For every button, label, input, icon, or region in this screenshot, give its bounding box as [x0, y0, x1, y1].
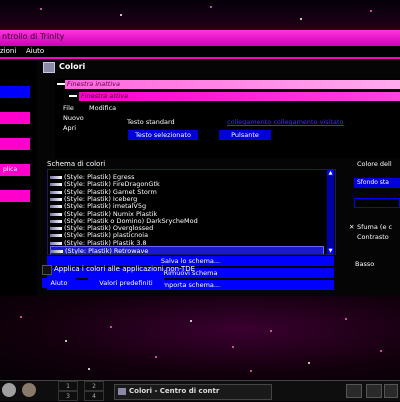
- panel-title: Colori: [59, 62, 86, 71]
- scheme-swatch: [50, 197, 62, 201]
- star: [370, 10, 372, 12]
- sidebar-item-5[interactable]: [0, 190, 30, 202]
- window-title: ntrollo di Trinity: [2, 32, 65, 41]
- widget-color-label: Colore dell: [357, 160, 392, 168]
- control-center-window: ntrollo di Trinity zioni Aiuto plica Col…: [0, 30, 400, 296]
- window-titlebar[interactable]: ntrollo di Trinity: [0, 30, 400, 46]
- menubar: zioni Aiuto: [0, 46, 400, 57]
- widget-color-select[interactable]: Sfondo sta: [354, 178, 400, 188]
- sidebar-item-3[interactable]: [0, 138, 30, 150]
- scroll-down-button[interactable]: ▼: [327, 248, 334, 254]
- star: [308, 362, 310, 364]
- defaults-button[interactable]: Valori predefiniti: [88, 278, 164, 288]
- scheme-swatch: [50, 183, 62, 187]
- star: [110, 326, 112, 328]
- taskbar: 1 2 3 4 Colori - Centro di contr: [0, 380, 400, 401]
- app-launcher-icon[interactable]: [22, 383, 36, 397]
- sidebar-item-2[interactable]: [0, 112, 30, 124]
- preview-menu-file[interactable]: File: [63, 104, 74, 112]
- scheme-swatch: [50, 219, 62, 223]
- scheme-swatch: [50, 234, 62, 238]
- scheme-swatch: [51, 250, 63, 253]
- preview-menu-new[interactable]: Nuovo: [63, 114, 84, 122]
- inactive-window-title: Finestra inattiva: [67, 80, 120, 88]
- star: [190, 320, 192, 322]
- taskbar-entry-label: Colori - Centro di contr: [129, 387, 220, 395]
- desktop-background-bottom: [0, 296, 400, 380]
- window-button-icon: [69, 95, 77, 97]
- inactive-window-bar[interactable]: Finestra inattiva: [57, 80, 400, 89]
- scheme-list-item[interactable]: (Style: Plastik) Retrowave: [50, 246, 324, 255]
- pager-desktop-2[interactable]: 2: [84, 381, 104, 391]
- preview-button[interactable]: Pulsante: [219, 130, 271, 140]
- star: [380, 350, 382, 352]
- preview-link-text[interactable]: collegamento collegamento visitato: [227, 118, 344, 126]
- color-preview[interactable]: Finestra inattiva Finestra attiva File M…: [55, 78, 400, 158]
- contrast-checkbox-label: Sfuma (e c: [357, 223, 393, 231]
- star: [232, 346, 234, 348]
- contrast-checkbox[interactable]: ✕: [349, 223, 354, 231]
- desktop-background-top: [0, 0, 400, 30]
- star: [65, 340, 67, 342]
- star: [270, 330, 272, 332]
- window-button-icon: [57, 83, 65, 85]
- contrast-low-label: Basso: [355, 260, 375, 268]
- scheme-swatch: [50, 227, 62, 231]
- preview-menu-modify[interactable]: Modifica: [89, 104, 116, 112]
- sidebar: plica: [0, 60, 32, 236]
- apply-checkbox[interactable]: [42, 265, 52, 275]
- colors-panel: Colori Finestra inattiva Finestra attiva…: [37, 60, 400, 296]
- sidebar-item-1[interactable]: [0, 86, 30, 98]
- scheme-swatch: [50, 212, 62, 216]
- panel-header: Colori: [37, 60, 400, 74]
- scheme-swatch: [50, 176, 62, 179]
- colors-window-icon: [118, 388, 126, 395]
- star: [20, 316, 22, 318]
- tray-button[interactable]: [346, 384, 362, 398]
- menu-actions[interactable]: zioni: [0, 47, 16, 55]
- taskbar-entry-colors[interactable]: Colori - Centro di contr: [114, 384, 272, 400]
- star: [155, 356, 157, 358]
- star: [250, 370, 252, 372]
- scheme-swatch: [50, 241, 62, 245]
- preview-standard-text[interactable]: Testo standard: [127, 118, 175, 126]
- star: [40, 8, 42, 10]
- pager-desktop-1[interactable]: 1: [58, 381, 78, 391]
- preview-selected-text[interactable]: Testo selezionato: [128, 130, 198, 140]
- preview-menu-open[interactable]: Apri: [63, 124, 76, 132]
- scheme-scrollbar[interactable]: ▲ ▼: [327, 170, 334, 254]
- star: [120, 14, 122, 16]
- active-window-bar[interactable]: Finestra attiva: [69, 92, 400, 101]
- star: [88, 368, 90, 370]
- star: [345, 318, 347, 320]
- start-menu-icon[interactable]: [2, 383, 16, 397]
- scheme-swatch: [50, 205, 62, 209]
- colors-module-icon: [43, 62, 55, 73]
- star: [210, 6, 212, 8]
- apply-checkbox-label: Applica i colori alle applicazioni non-T…: [54, 265, 196, 273]
- star: [300, 18, 302, 20]
- tray-button[interactable]: [366, 384, 382, 398]
- scheme-list-item-label: (Style: Plastik) Retrowave: [65, 247, 149, 255]
- contrast-label: Contrasto: [357, 233, 389, 241]
- scheme-list[interactable]: ▲ ▼ (Style: Plastik) Egress (Style: Plast…: [47, 169, 336, 255]
- sidebar-item-label: plica: [3, 166, 18, 173]
- help-button[interactable]: Aiuto: [42, 278, 76, 288]
- tray-button[interactable]: [384, 384, 398, 398]
- scroll-up-button[interactable]: ▲: [327, 170, 334, 176]
- widget-color-swatch[interactable]: [354, 198, 400, 208]
- scheme-swatch: [50, 190, 62, 194]
- scheme-label: Schema di colori: [47, 160, 106, 168]
- menu-help[interactable]: Aiuto: [26, 47, 44, 55]
- accent-divider: [0, 57, 400, 59]
- sidebar-item-4[interactable]: plica: [0, 164, 30, 176]
- active-window-title: Finestra attiva: [81, 92, 129, 100]
